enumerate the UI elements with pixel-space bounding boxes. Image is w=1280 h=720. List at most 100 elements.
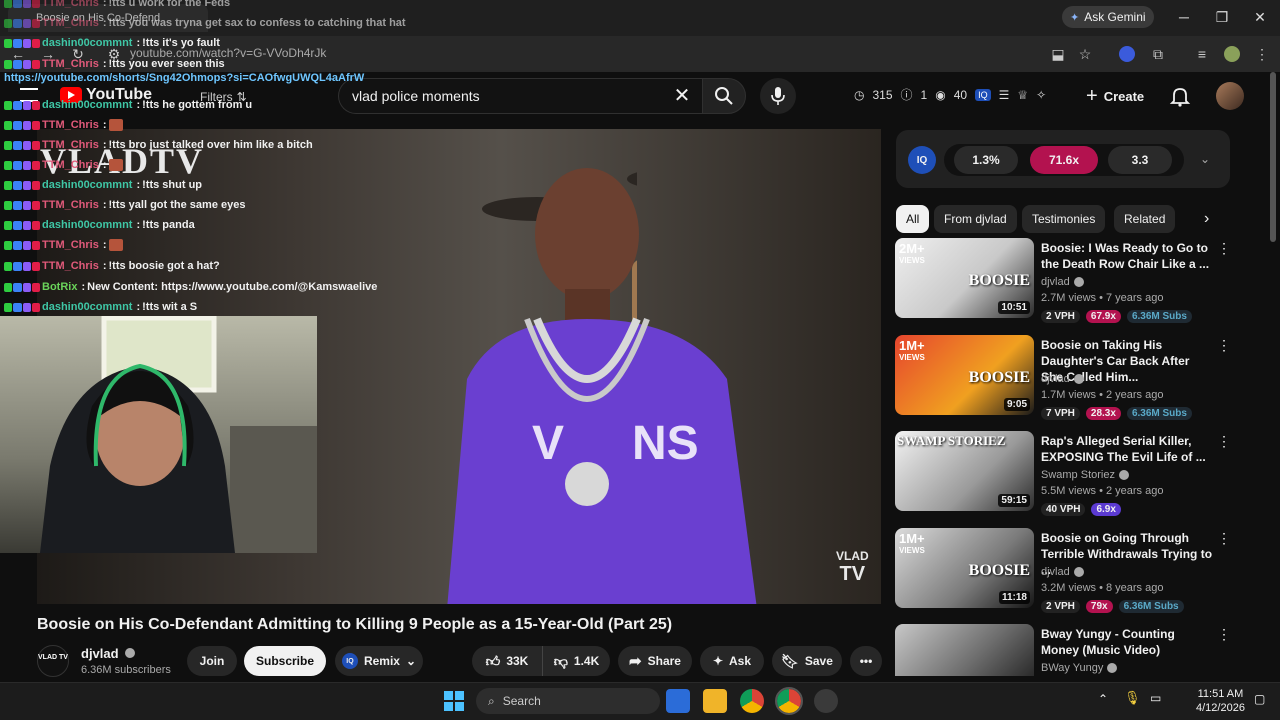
profile-avatar[interactable] <box>1216 82 1244 110</box>
chat-username[interactable]: dashin00commnt <box>42 99 132 111</box>
chat-link[interactable]: https://youtube.com/shorts/Sng42Ohmops?s… <box>4 72 364 84</box>
iq-ext-icon[interactable]: IQ <box>975 88 991 101</box>
recommended-video[interactable]: 2M+ VIEWS BOOSIE 10:51 Boosie: I Was Ready t… <box>895 238 1235 324</box>
search-button[interactable] <box>702 78 746 114</box>
multiplier-tag: 28.3x <box>1085 407 1121 420</box>
file-explorer-icon[interactable] <box>703 689 727 713</box>
more-options-icon[interactable]: ⋮ <box>1217 626 1231 643</box>
chrome-active-icon[interactable] <box>775 687 803 715</box>
chat-username[interactable]: TTM_Chris <box>42 139 99 151</box>
recommended-video[interactable]: 1M+ VIEWS BOOSIE 9:05 Boosie on Taking His D… <box>895 335 1235 421</box>
chat-username[interactable]: dashin00commnt <box>42 219 132 231</box>
chat-username[interactable]: TTM_Chris <box>42 239 99 251</box>
voice-search-button[interactable] <box>760 78 796 114</box>
ask-button[interactable]: ✦ Ask <box>700 646 764 676</box>
channel-link[interactable]: djvlad <box>1041 566 1084 578</box>
share-button[interactable]: ➦ Share <box>618 646 692 676</box>
close-window-icon[interactable]: ✕ <box>1248 6 1272 28</box>
video-thumbnail[interactable]: 1M+ VIEWS BOOSIE 9:05 <box>895 335 1034 415</box>
chat-line: BotRix : New Content: https://www.youtub… <box>4 278 377 296</box>
chat-username[interactable]: TTM_Chris <box>42 119 99 131</box>
channel-link[interactable]: djvlad <box>1041 373 1084 385</box>
taskbar-clock[interactable]: 11:51 AM 4/12/2026 <box>1196 687 1245 715</box>
like-button[interactable]: 👍︎ 33K <box>472 646 542 676</box>
list-icon[interactable]: ☰ <box>999 88 1010 102</box>
svg-text:NS: NS <box>632 417 699 470</box>
sparkle-icon[interactable]: ✧ <box>1036 88 1046 102</box>
more-options-icon[interactable]: ⋮ <box>1217 433 1231 450</box>
chat-username[interactable]: TTM_Chris <box>42 199 99 211</box>
iq-expand-chevron-icon[interactable]: ⌄ <box>1200 152 1210 166</box>
tray-chevron-up-icon[interactable]: ⌃ <box>1098 692 1108 706</box>
video-thumbnail[interactable]: 1M+ VIEWS BOOSIE 11:18 <box>895 528 1034 608</box>
chat-username[interactable]: BotRix <box>42 281 77 293</box>
subscriber-count: 6.36M subscribers <box>81 664 171 676</box>
chip-related[interactable]: Related <box>1114 205 1176 233</box>
more-options-icon[interactable]: ⋮ <box>1217 337 1231 354</box>
create-button[interactable]: + Create <box>1078 80 1154 112</box>
clear-search-icon[interactable]: ✕ <box>670 84 694 108</box>
channel-name[interactable]: djvlad <box>81 646 136 661</box>
verified-icon <box>1073 277 1084 287</box>
network-icon[interactable]: ▭ <box>1150 691 1161 705</box>
install-icon[interactable]: ⬓ <box>1048 44 1068 64</box>
channel-link[interactable]: Swamp Storiez <box>1041 469 1129 481</box>
channel-avatar[interactable]: VLAD TV <box>37 645 69 677</box>
dislike-button[interactable]: 👎︎ 1.4K <box>542 646 610 676</box>
page-scrollbar[interactable] <box>1270 72 1276 242</box>
channel-link[interactable]: djvlad <box>1041 276 1084 288</box>
chrome-icon[interactable] <box>740 689 764 713</box>
remix-button[interactable]: IQ Remix ⌄ <box>335 646 423 676</box>
recommended-video[interactable]: SWAMP STORIEZ 59:15 Rap's Alleged Serial K… <box>895 431 1235 517</box>
recommended-video[interactable]: 1M+ VIEWS BOOSIE 11:18 Boosie on Going Throu… <box>895 528 1235 614</box>
chat-separator: : <box>102 159 107 171</box>
recommended-video[interactable]: Bway Yungy - Counting Money (Music Video… <box>895 624 1235 676</box>
menu-kebab-icon[interactable]: ⋮ <box>1252 44 1272 64</box>
chips-next-chevron-icon[interactable]: › <box>1204 210 1209 228</box>
app-icon[interactable] <box>814 689 838 713</box>
chat-message: !tts bro just talked over him like a bit… <box>108 139 313 151</box>
chat-username[interactable]: dashin00commnt <box>42 179 132 191</box>
chat-username[interactable]: TTM_Chris <box>42 159 99 171</box>
chat-line: TTM_Chris : !tts bro just talked over hi… <box>4 136 313 154</box>
video-title: Boosie on His Co-Defendant Admitting to … <box>37 616 673 633</box>
more-actions-button[interactable]: ••• <box>850 646 882 676</box>
taskbar-search[interactable]: ⌕ Search <box>476 688 660 714</box>
video-title-link[interactable]: Boosie: I Was Ready to Go to the Death R… <box>1041 240 1213 272</box>
chip-all[interactable]: All <box>896 205 930 233</box>
trophy-icon[interactable]: ♕ <box>1017 88 1028 102</box>
extension-badge-icon[interactable] <box>1117 44 1137 64</box>
video-thumbnail[interactable]: SWAMP STORIEZ 59:15 <box>895 431 1034 511</box>
video-thumbnail[interactable] <box>895 624 1034 676</box>
extensions-puzzle-icon[interactable]: ⧉ <box>1148 44 1168 64</box>
chat-username[interactable]: dashin00commnt <box>42 301 132 313</box>
more-options-icon[interactable]: ⋮ <box>1217 240 1231 257</box>
chat-username[interactable]: TTM_Chris <box>42 260 99 272</box>
tray-mic-icon[interactable]: 🎙︎ <box>1124 690 1141 706</box>
media-queue-icon[interactable]: ≡ <box>1192 44 1212 64</box>
chat-username[interactable]: TTM_Chris <box>42 0 99 9</box>
profile-icon[interactable] <box>1222 44 1242 64</box>
channel-link[interactable]: BWay Yungy <box>1041 662 1118 674</box>
chat-username[interactable]: dashin00commnt <box>42 37 132 49</box>
chip-testimonies[interactable]: Testimonies <box>1022 205 1106 233</box>
windows-start-icon[interactable] <box>442 689 466 713</box>
store-icon[interactable] <box>666 689 690 713</box>
more-options-icon[interactable]: ⋮ <box>1217 530 1231 547</box>
join-button[interactable]: Join <box>187 646 237 676</box>
restore-icon[interactable]: ❐ <box>1210 6 1234 28</box>
ask-gemini-button[interactable]: ✦ Ask Gemini <box>1062 6 1154 28</box>
video-title-link[interactable]: Bway Yungy - Counting Money (Music Video… <box>1041 626 1213 658</box>
notifications-bell-icon[interactable] <box>1168 84 1192 108</box>
chat-username[interactable]: TTM_Chris <box>42 17 99 29</box>
video-title-link[interactable]: Rap's Alleged Serial Killer, EXPOSING Th… <box>1041 433 1213 465</box>
vph-tag: 7 VPH <box>1041 407 1080 420</box>
save-button[interactable]: 🔖︎ Save <box>772 646 842 676</box>
notification-center-icon[interactable]: ▢ <box>1254 692 1265 706</box>
bookmark-star-icon[interactable]: ☆ <box>1075 44 1095 64</box>
chip-from-djvlad[interactable]: From djvlad <box>934 205 1017 233</box>
chat-username[interactable]: TTM_Chris <box>42 58 99 70</box>
video-thumbnail[interactable]: 2M+ VIEWS BOOSIE 10:51 <box>895 238 1034 318</box>
subscribe-button[interactable]: Subscribe <box>244 646 326 676</box>
minimize-icon[interactable]: ─ <box>1172 6 1196 28</box>
